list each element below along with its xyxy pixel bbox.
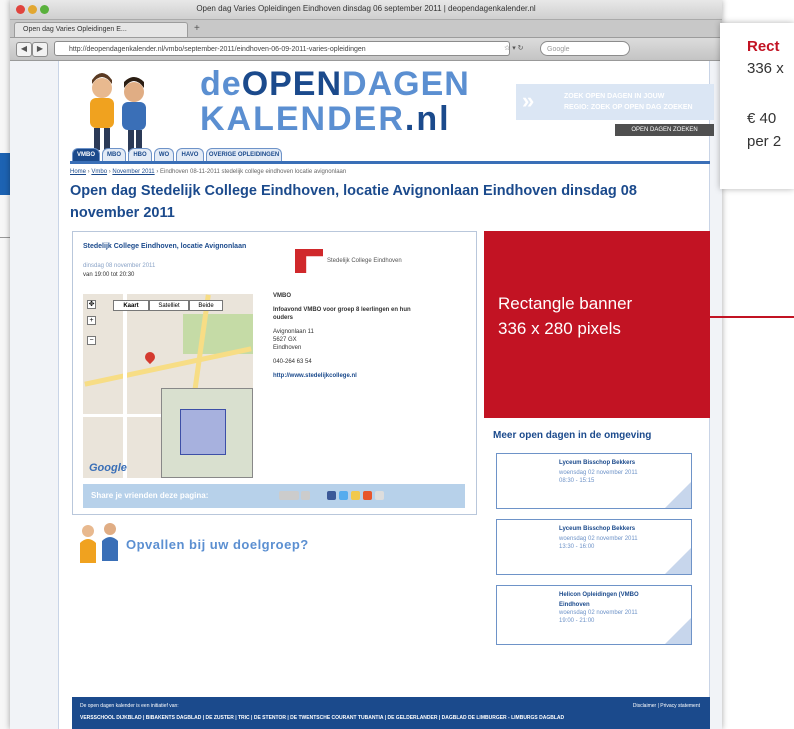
postcode: 5627 GX xyxy=(273,337,297,343)
callout-size: 336 x xyxy=(747,60,784,77)
callout-title: Rect xyxy=(747,38,780,55)
breadcrumb-current: › Eindhoven 08-11-2011 stedelijk college… xyxy=(156,169,347,175)
promo-text[interactable]: Opvallen bij uw doelgroep? xyxy=(126,537,309,552)
breadcrumb: Home › Vmbo › November 2011 › Eindhoven … xyxy=(70,169,347,175)
footer-initiative: De open dagen kalender is een initiatief… xyxy=(80,703,179,709)
tab-wo[interactable]: WO xyxy=(154,148,174,161)
school-info: VMBO Infoavond VMBO voor groep 8 leerlin… xyxy=(273,292,413,380)
map-view-button[interactable]: Kaart xyxy=(113,300,149,311)
tab-mbo[interactable]: MBO xyxy=(102,148,126,161)
more-share-icon[interactable] xyxy=(375,491,384,500)
site-logo-top[interactable]: deOPENDAGEN xyxy=(200,67,470,101)
back-button[interactable]: ◀ xyxy=(16,42,32,57)
footer-partners[interactable]: VERSSCHOOL DIJKBLAD | BIBAKENTS DAGBLAD … xyxy=(80,715,564,721)
school-logo: Stedelijk College Eindhoven xyxy=(295,249,405,273)
nav-tabs: VMBO MBO HBO WO HAVO OVERIGE OPLEIDINGEN xyxy=(70,145,710,164)
web-page: deOPENDAGEN KALENDER.nl » ZOEK OPEN DAGE… xyxy=(10,61,722,729)
event-card[interactable]: Lyceum Bisschop Bekkers woensdag 02 nove… xyxy=(496,519,692,575)
share-mail-icon[interactable] xyxy=(301,491,310,500)
school-name[interactable]: Stedelijk College Eindhoven, locatie Avi… xyxy=(83,242,263,251)
share-bar: Share je vrienden deze pagina: xyxy=(83,484,465,508)
school-website-link[interactable]: http://www.stedelijkcollege.nl xyxy=(273,372,413,380)
footer-links[interactable]: Disclaimer | Privacy statement xyxy=(633,703,700,709)
rectangle-ad-banner[interactable]: Rectangle banner 336 x 280 pixels xyxy=(484,231,710,418)
location-map[interactable]: Kaart Satelliet Beide ✥ + − Google xyxy=(83,294,253,478)
tab-overige-opleidingen[interactable]: OVERIGE OPLEIDINGEN xyxy=(206,148,282,161)
zoom-out-icon[interactable]: − xyxy=(87,336,96,345)
facebook-icon[interactable] xyxy=(327,491,336,500)
bookmark-icon[interactable] xyxy=(351,491,360,500)
school-logo-mark xyxy=(295,249,323,273)
browser-window: Open dag Varies Opleidingen Eindhoven di… xyxy=(10,0,722,729)
event-date: dinsdag 08 november 2011 xyxy=(83,263,156,269)
callout-box: Rect 336 x € 40 per 2 xyxy=(720,23,794,189)
footer: De open dagen kalender is een initiatief… xyxy=(72,697,710,729)
school-level: VMBO xyxy=(273,293,291,299)
tab-bar: Open dag Varies Opleidingen E... + xyxy=(10,20,722,38)
arrow-corner-icon xyxy=(665,618,691,644)
window-title: Open dag Varies Opleidingen Eindhoven di… xyxy=(196,4,536,13)
tab-hbo[interactable]: HBO xyxy=(128,148,152,161)
breadcrumb-vmbo[interactable]: Vmbo xyxy=(91,169,107,175)
share-text: Share je vrienden deze pagina: xyxy=(91,491,209,500)
street: Avignonlaan 11 xyxy=(273,329,314,335)
google-logo: Google xyxy=(89,462,127,474)
sidebar-heading: Meer open dagen in de omgeving xyxy=(493,430,652,441)
event-audience: Infoavond VMBO voor groep 8 leerlingen e… xyxy=(273,307,411,321)
header-ad-banner[interactable]: » ZOEK OPEN DAGEN IN JOUW REGIO: ZOEK OP… xyxy=(516,84,714,120)
banner-text: Rectangle banner 336 x 280 pixels xyxy=(498,294,633,338)
zoom-in-icon[interactable]: + xyxy=(87,316,96,325)
callout-price: € 40 xyxy=(747,110,777,127)
map-overview[interactable] xyxy=(161,388,253,478)
event-card[interactable]: Helicon Opleidingen (VMBO Eindhoven woen… xyxy=(496,585,692,645)
arrow-corner-icon xyxy=(665,548,691,574)
reload-icon[interactable]: ☆ ▾ ↻ xyxy=(504,44,524,52)
address-bar[interactable]: http://deopendagenkalender.nl/vmbo/septe… xyxy=(54,41,510,56)
school-details-box: Stedelijk College Eindhoven, locatie Avi… xyxy=(72,231,477,515)
callout-period: per 2 xyxy=(747,133,782,150)
page-title: Open dag Stedelijk College Eindhoven, lo… xyxy=(70,183,637,221)
share-counter-icon[interactable] xyxy=(279,491,299,500)
background-blue-tab xyxy=(0,153,10,195)
tab-havo[interactable]: HAVO xyxy=(176,148,204,161)
location-pin-icon[interactable] xyxy=(142,349,158,365)
breadcrumb-month[interactable]: November 2011 xyxy=(112,169,154,175)
event-card[interactable]: Lyceum Bisschop Bekkers woensdag 02 nove… xyxy=(496,453,692,509)
event-time: van 19:00 tot 20:30 xyxy=(83,272,135,278)
people-icon xyxy=(80,523,118,563)
site-logo-bottom[interactable]: KALENDER.nl xyxy=(200,102,451,136)
search-open-days-button[interactable]: OPEN DAGEN ZOEKEN xyxy=(615,124,714,136)
chevron-right-icon: » xyxy=(522,88,535,113)
arrow-corner-icon xyxy=(665,482,691,508)
pan-control-icon[interactable]: ✥ xyxy=(87,300,96,309)
new-tab-icon[interactable]: + xyxy=(194,23,200,35)
phone: 040-264 63 54 xyxy=(273,359,312,365)
share-plus-icon[interactable] xyxy=(363,491,372,500)
forward-button[interactable]: ▶ xyxy=(32,42,48,57)
title-bar: Open dag Varies Opleidingen Eindhoven di… xyxy=(10,0,722,20)
callout-connector-line xyxy=(710,316,794,318)
search-input[interactable]: Google xyxy=(540,41,630,56)
browser-tab[interactable]: Open dag Varies Opleidingen E... xyxy=(14,22,188,37)
hybrid-view-button[interactable]: Beide xyxy=(189,300,223,311)
mascot-students-illustration xyxy=(90,73,146,152)
city: Eindhoven xyxy=(273,345,302,351)
twitter-icon[interactable] xyxy=(339,491,348,500)
satellite-view-button[interactable]: Satelliet xyxy=(149,300,189,311)
tab-vmbo[interactable]: VMBO xyxy=(72,148,100,161)
breadcrumb-home[interactable]: Home xyxy=(70,169,86,175)
toolbar: ◀ ▶ http://deopendagenkalender.nl/vmbo/s… xyxy=(10,38,722,61)
